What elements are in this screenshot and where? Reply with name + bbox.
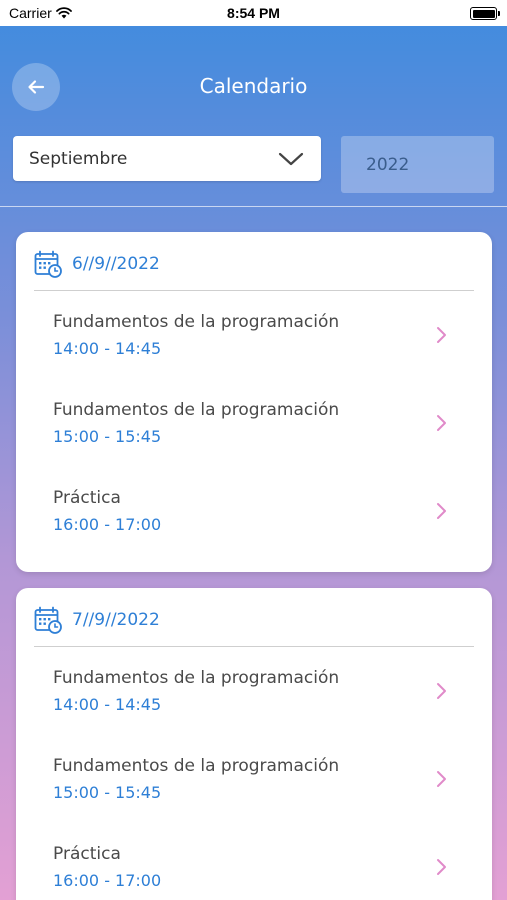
day-card: 7//9//2022 Fundamentos de la programació… bbox=[16, 588, 492, 900]
session-row[interactable]: Práctica 16:00 - 17:00 bbox=[16, 480, 492, 568]
session-time: 15:00 - 15:45 bbox=[53, 427, 162, 446]
session-title: Fundamentos de la programación bbox=[53, 312, 340, 332]
session-row[interactable]: Fundamentos de la programación 15:00 - 1… bbox=[16, 748, 492, 836]
chevron-right-icon bbox=[437, 683, 446, 699]
day-card: 6//9//2022 Fundamentos de la programació… bbox=[16, 232, 492, 572]
session-title: Fundamentos de la programación bbox=[53, 756, 340, 776]
session-time: 16:00 - 17:00 bbox=[53, 871, 162, 890]
chevron-right-icon bbox=[437, 859, 446, 875]
header-divider bbox=[0, 206, 507, 207]
card-divider bbox=[34, 646, 474, 647]
session-row[interactable]: Fundamentos de la programación 14:00 - 1… bbox=[16, 304, 492, 392]
session-row[interactable]: Fundamentos de la programación 14:00 - 1… bbox=[16, 660, 492, 748]
chevron-right-icon bbox=[437, 415, 446, 431]
session-time: 16:00 - 17:00 bbox=[53, 515, 162, 534]
status-time: 8:54 PM bbox=[227, 5, 280, 21]
day-date: 7//9//2022 bbox=[72, 610, 160, 630]
battery-icon bbox=[470, 7, 500, 20]
calendar-clock-icon bbox=[34, 606, 62, 634]
session-title: Práctica bbox=[53, 844, 121, 864]
month-select-value: Septiembre bbox=[29, 148, 128, 169]
page-title: Calendario bbox=[199, 74, 308, 98]
day-date: 6//9//2022 bbox=[72, 254, 160, 274]
year-input-value: 2022 bbox=[366, 154, 410, 175]
session-title: Práctica bbox=[53, 488, 121, 508]
session-title: Fundamentos de la programación bbox=[53, 400, 340, 420]
session-time: 14:00 - 14:45 bbox=[53, 339, 162, 358]
card-divider bbox=[34, 290, 474, 291]
day-header: 7//9//2022 bbox=[34, 606, 160, 634]
session-time: 15:00 - 15:45 bbox=[53, 783, 162, 802]
year-input[interactable]: 2022 bbox=[341, 136, 494, 193]
session-time: 14:00 - 14:45 bbox=[53, 695, 162, 714]
chevron-down-icon bbox=[278, 152, 304, 165]
status-bar: Carrier 8:54 PM bbox=[0, 0, 507, 26]
chevron-right-icon bbox=[437, 503, 446, 519]
session-title: Fundamentos de la programación bbox=[53, 668, 340, 688]
month-select[interactable]: Septiembre bbox=[13, 136, 321, 181]
session-row[interactable]: Fundamentos de la programación 15:00 - 1… bbox=[16, 392, 492, 480]
day-header: 6//9//2022 bbox=[34, 250, 160, 278]
session-row[interactable]: Práctica 16:00 - 17:00 bbox=[16, 836, 492, 900]
calendar-clock-icon bbox=[34, 250, 62, 278]
chevron-right-icon bbox=[437, 327, 446, 343]
chevron-right-icon bbox=[437, 771, 446, 787]
